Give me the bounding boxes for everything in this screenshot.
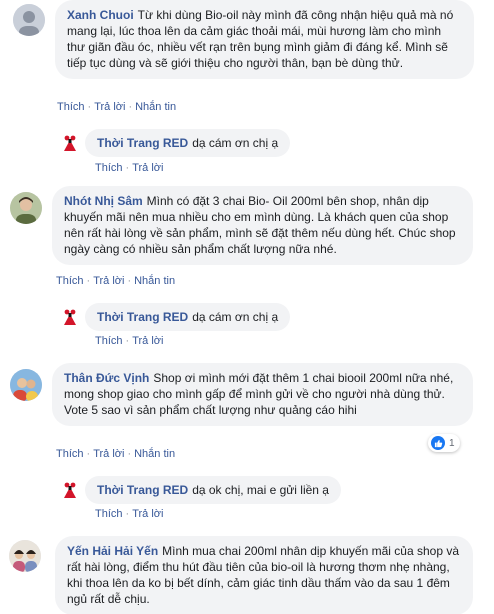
message-link[interactable]: Nhắn tin [134,448,175,460]
avatar[interactable] [9,540,41,572]
reply-link[interactable]: Trả lời [132,162,163,174]
reaction-summary[interactable]: 1 [428,434,460,452]
avatar[interactable] [13,4,45,36]
reply-link[interactable]: Trả lời [93,448,124,460]
reply-text: dạ ok chị, mai e gửi liền ạ [192,483,329,497]
comment-author[interactable]: Yến Hải Hải Yến [67,544,158,558]
message-link[interactable]: Nhắn tin [134,275,175,287]
comment-author[interactable]: Thân Đức Vịnh [64,371,149,385]
reply-actions: Thích · Trả lời [95,335,164,347]
reply-bubble: Thời Trang RED dạ ok chị, mai e gửi liền … [85,476,341,504]
reply-text: dạ cám ơn chị ạ [192,136,279,150]
comment-bubble: Thân Đức Vịnh Shop ơi mình mới đặt thêm 1… [52,363,473,426]
reply-author[interactable]: Thời Trang RED [97,483,188,497]
reaction-count: 1 [449,437,455,449]
comment-author[interactable]: Xanh Chuoi [67,8,134,22]
avatar[interactable] [10,369,42,401]
like-reaction-icon [431,436,445,450]
reply-author[interactable]: Thời Trang RED [97,136,188,150]
like-link[interactable]: Thích [56,275,84,287]
comment-bubble: Nhót Nhị Sâm Mình có đặt 3 chai Bio- Oil … [52,186,473,265]
comment-bubble: Yến Hải Hải Yến Mình mua chai 200ml nhân … [55,536,473,614]
like-link[interactable]: Thích [57,101,85,113]
comment-actions: Thích · Trả lời · Nhắn tin [56,275,176,287]
page-avatar[interactable] [60,480,80,500]
reply-link[interactable]: Trả lời [94,101,125,113]
like-link[interactable]: Thích [56,448,84,460]
avatar[interactable] [10,192,42,224]
message-link[interactable]: Nhắn tin [135,101,176,113]
reply-link[interactable]: Trả lời [132,335,163,347]
comment-actions: Thích · Trả lời · Nhắn tin [57,101,177,113]
reply-bubble: Thời Trang RED dạ cám ơn chị ạ [85,303,291,331]
reply-link[interactable]: Trả lời [93,275,124,287]
reply-actions: Thích · Trả lời [95,162,164,174]
reply-author[interactable]: Thời Trang RED [97,310,188,324]
reply-actions: Thích · Trả lời [95,508,164,520]
comment-bubble: Xanh Chuoi Từ khi dùng Bio-oil này mình đ… [55,0,474,79]
reply-bubble: Thời Trang RED dạ cám ơn chị ạ [85,129,291,157]
like-link[interactable]: Thích [95,508,123,520]
reply-link[interactable]: Trả lời [132,508,163,520]
comment-author[interactable]: Nhót Nhị Sâm [64,194,143,208]
like-link[interactable]: Thích [95,162,123,174]
comment-actions: Thích · Trả lời · Nhắn tin [56,448,176,460]
page-avatar[interactable] [60,133,80,153]
reply-text: dạ cám ơn chị ạ [192,310,279,324]
page-avatar[interactable] [60,307,80,327]
like-link[interactable]: Thích [95,335,123,347]
